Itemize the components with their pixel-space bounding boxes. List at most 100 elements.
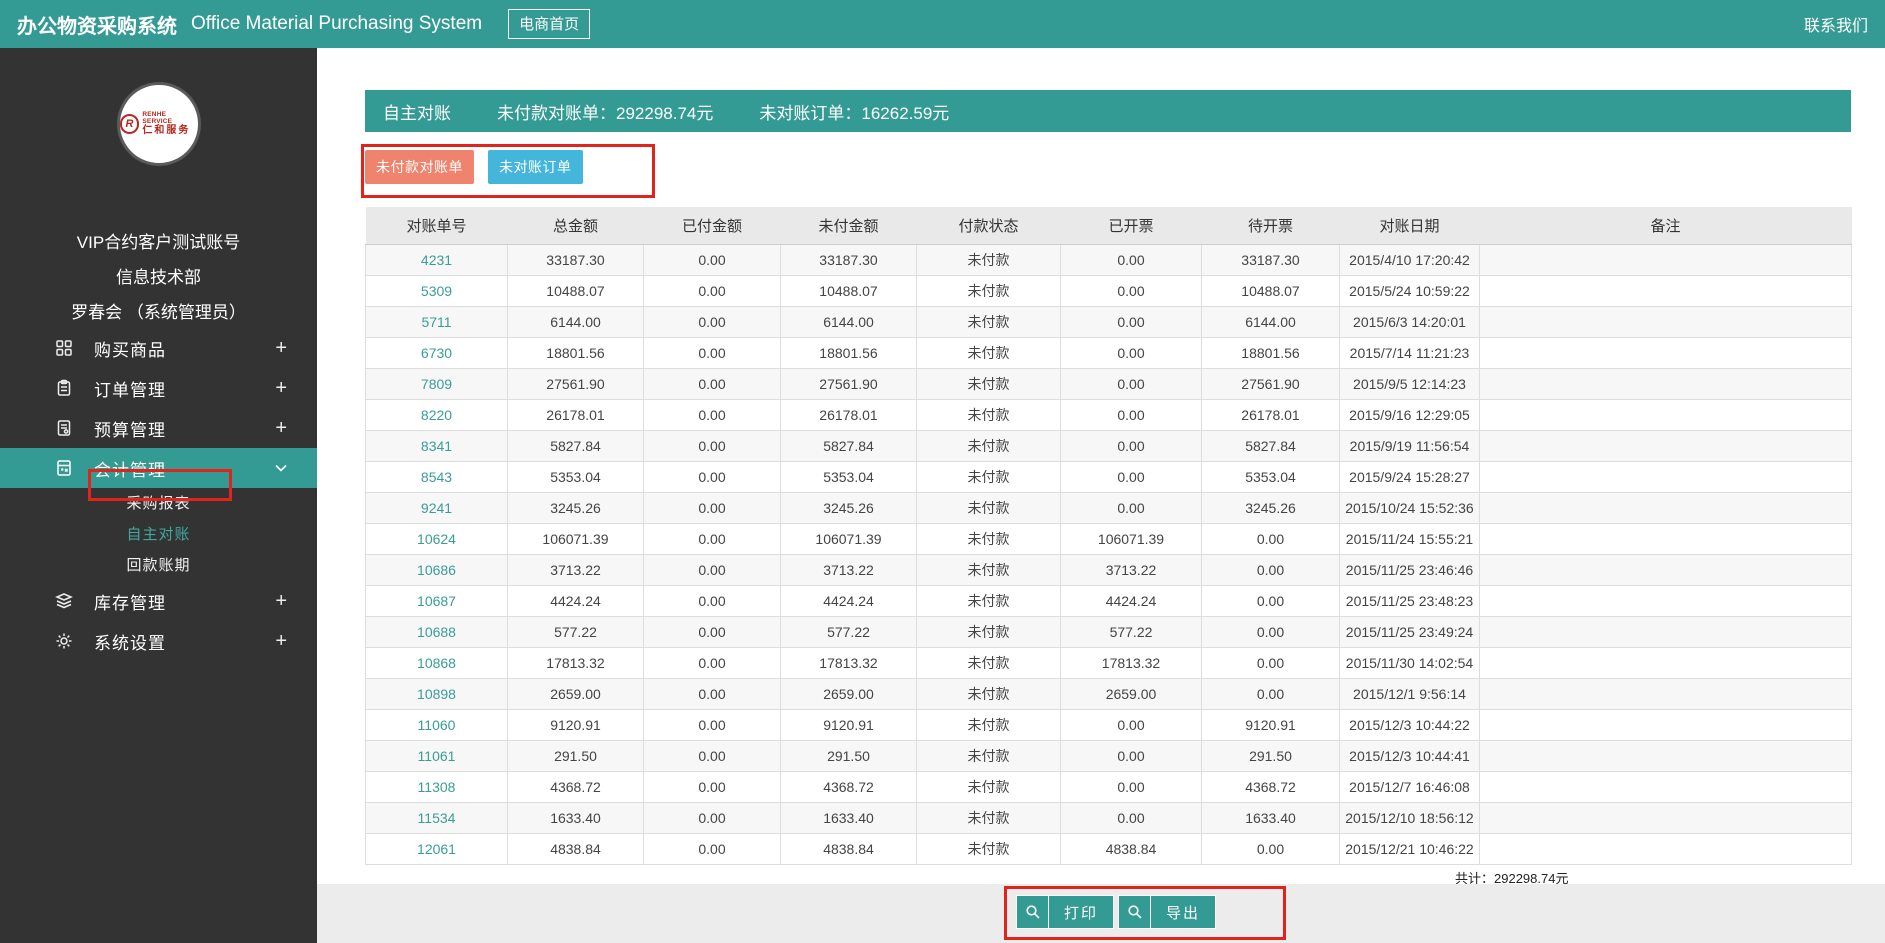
table-cell: 0.00 xyxy=(644,244,781,275)
table-cell: 2015/11/30 14:02:54 xyxy=(1340,647,1480,678)
ecommerce-home-button[interactable]: 电商首页 xyxy=(508,9,590,39)
table-cell: 17813.32 xyxy=(508,647,644,678)
table-cell: 0.00 xyxy=(644,523,781,554)
table-cell: 2015/6/3 14:20:01 xyxy=(1340,306,1480,337)
table-row: 11061291.500.00291.50未付款0.00291.502015/1… xyxy=(366,740,1852,771)
table-cell: 18801.56 xyxy=(781,337,917,368)
sidebar-subitem-payment-collection-period[interactable]: 回款账期 xyxy=(0,550,317,581)
statement-id-link[interactable]: 8341 xyxy=(366,430,508,461)
sidebar-item-label: 购买商品 xyxy=(94,336,166,361)
table-cell: 106071.39 xyxy=(508,523,644,554)
statement-id-link[interactable]: 11534 xyxy=(366,802,508,833)
table-cell: 4368.72 xyxy=(781,771,917,802)
table-row: 85435353.040.005353.04未付款0.005353.042015… xyxy=(366,461,1852,492)
table-cell: 0.00 xyxy=(644,337,781,368)
table-cell: 未付款 xyxy=(917,244,1061,275)
table-cell: 33187.30 xyxy=(781,244,917,275)
table-cell xyxy=(1480,368,1852,399)
table-cell: 2015/9/16 12:29:05 xyxy=(1340,399,1480,430)
sidebar-subitem-purchase-report[interactable]: 采购报表 xyxy=(0,488,317,519)
statement-id-link[interactable]: 10687 xyxy=(366,585,508,616)
table-cell: 0.00 xyxy=(1061,368,1202,399)
table-cell: 2015/12/3 10:44:41 xyxy=(1340,740,1480,771)
table-cell: 2015/11/25 23:46:46 xyxy=(1340,554,1480,585)
table-cell: 6144.00 xyxy=(781,306,917,337)
table-cell: 0.00 xyxy=(644,616,781,647)
table-row: 673018801.560.0018801.56未付款0.0018801.562… xyxy=(366,337,1852,368)
plus-icon[interactable]: + xyxy=(275,630,287,653)
statement-id-link[interactable]: 6730 xyxy=(366,337,508,368)
column-header: 对账单号 xyxy=(366,207,508,244)
accounting-submenu: 采购报表 自主对账 回款账期 xyxy=(0,488,317,581)
table-cell: 27561.90 xyxy=(1202,368,1340,399)
contact-us-link[interactable]: 联系我们 xyxy=(1804,12,1868,36)
statement-id-link[interactable]: 11061 xyxy=(366,740,508,771)
table-cell: 未付款 xyxy=(917,554,1061,585)
table-cell xyxy=(1480,740,1852,771)
table-row: 780927561.900.0027561.90未付款0.0027561.902… xyxy=(366,368,1852,399)
statement-id-link[interactable]: 11060 xyxy=(366,709,508,740)
plus-icon[interactable]: + xyxy=(275,377,287,400)
table-cell xyxy=(1480,244,1852,275)
unpaid-statements-button[interactable]: 未付款对账单 xyxy=(365,150,474,184)
table-cell: 0.00 xyxy=(644,833,781,864)
plus-icon[interactable]: + xyxy=(275,417,287,440)
table-cell: 5827.84 xyxy=(781,430,917,461)
table-cell: 0.00 xyxy=(644,306,781,337)
statement-id-link[interactable]: 9241 xyxy=(366,492,508,523)
table-cell: 17813.32 xyxy=(781,647,917,678)
logo-text-cn: 仁和服务 xyxy=(142,126,197,137)
plus-icon[interactable]: + xyxy=(275,590,287,613)
statement-id-link[interactable]: 10688 xyxy=(366,616,508,647)
table-cell xyxy=(1480,306,1852,337)
gear-icon xyxy=(54,631,74,651)
statement-id-link[interactable]: 8220 xyxy=(366,399,508,430)
table-cell: 未付款 xyxy=(917,368,1061,399)
statement-id-link[interactable]: 8543 xyxy=(366,461,508,492)
table-cell: 2015/5/24 10:59:22 xyxy=(1340,275,1480,306)
statement-id-link[interactable]: 11308 xyxy=(366,771,508,802)
table-cell: 27561.90 xyxy=(781,368,917,399)
table-cell: 2015/12/10 18:56:12 xyxy=(1340,802,1480,833)
table-row: 106874424.240.004424.24未付款4424.240.00201… xyxy=(366,585,1852,616)
table-cell: 4368.72 xyxy=(1202,771,1340,802)
sidebar-item-system-settings[interactable]: 系统设置 + xyxy=(0,621,317,661)
statement-id-link[interactable]: 5309 xyxy=(366,275,508,306)
table-cell: 291.50 xyxy=(508,740,644,771)
statement-id-link[interactable]: 10686 xyxy=(366,554,508,585)
statement-id-link[interactable]: 10868 xyxy=(366,647,508,678)
sidebar-item-budget-management[interactable]: 预算管理 + xyxy=(0,408,317,448)
chevron-down-icon[interactable] xyxy=(273,460,289,481)
column-header: 对账日期 xyxy=(1340,207,1480,244)
table-row: 822026178.010.0026178.01未付款0.0026178.012… xyxy=(366,399,1852,430)
sidebar-item-accounting-management[interactable]: 会计管理 xyxy=(0,448,317,488)
unreconciled-orders-button[interactable]: 未对账订单 xyxy=(488,150,583,184)
table-row: 423133187.300.0033187.30未付款0.0033187.302… xyxy=(366,244,1852,275)
plus-icon[interactable]: + xyxy=(275,337,287,360)
page: 办公物资采购系统 Office Material Purchasing Syst… xyxy=(0,0,1885,943)
table-cell: 3713.22 xyxy=(781,554,917,585)
table-cell: 10488.07 xyxy=(1202,275,1340,306)
table-cell: 5353.04 xyxy=(781,461,917,492)
statement-id-link[interactable]: 4231 xyxy=(366,244,508,275)
table-cell: 33187.30 xyxy=(1202,244,1340,275)
magnifier-icon xyxy=(1119,896,1151,928)
export-button[interactable]: 导出 xyxy=(1118,895,1216,929)
table-cell: 0.00 xyxy=(644,461,781,492)
table-cell: 0.00 xyxy=(1061,275,1202,306)
sidebar-item-order-management[interactable]: 订单管理 + xyxy=(0,368,317,408)
sidebar-subitem-self-reconciliation[interactable]: 自主对账 xyxy=(0,519,317,550)
statement-id-link[interactable]: 12061 xyxy=(366,833,508,864)
sidebar-item-inventory-management[interactable]: 库存管理 + xyxy=(0,581,317,621)
sidebar-item-purchase-goods[interactable]: 购买商品 + xyxy=(0,328,317,368)
table-cell: 2015/12/3 10:44:22 xyxy=(1340,709,1480,740)
statement-id-link[interactable]: 10898 xyxy=(366,678,508,709)
app-title-cn: 办公物资采购系统 xyxy=(17,10,177,39)
table-cell: 未付款 xyxy=(917,430,1061,461)
statement-id-link[interactable]: 5711 xyxy=(366,306,508,337)
statement-id-link[interactable]: 10624 xyxy=(366,523,508,554)
table-cell: 0.00 xyxy=(1061,430,1202,461)
print-button[interactable]: 打印 xyxy=(1016,895,1114,929)
statement-id-link[interactable]: 7809 xyxy=(366,368,508,399)
sidebar-item-label: 会计管理 xyxy=(94,456,166,481)
